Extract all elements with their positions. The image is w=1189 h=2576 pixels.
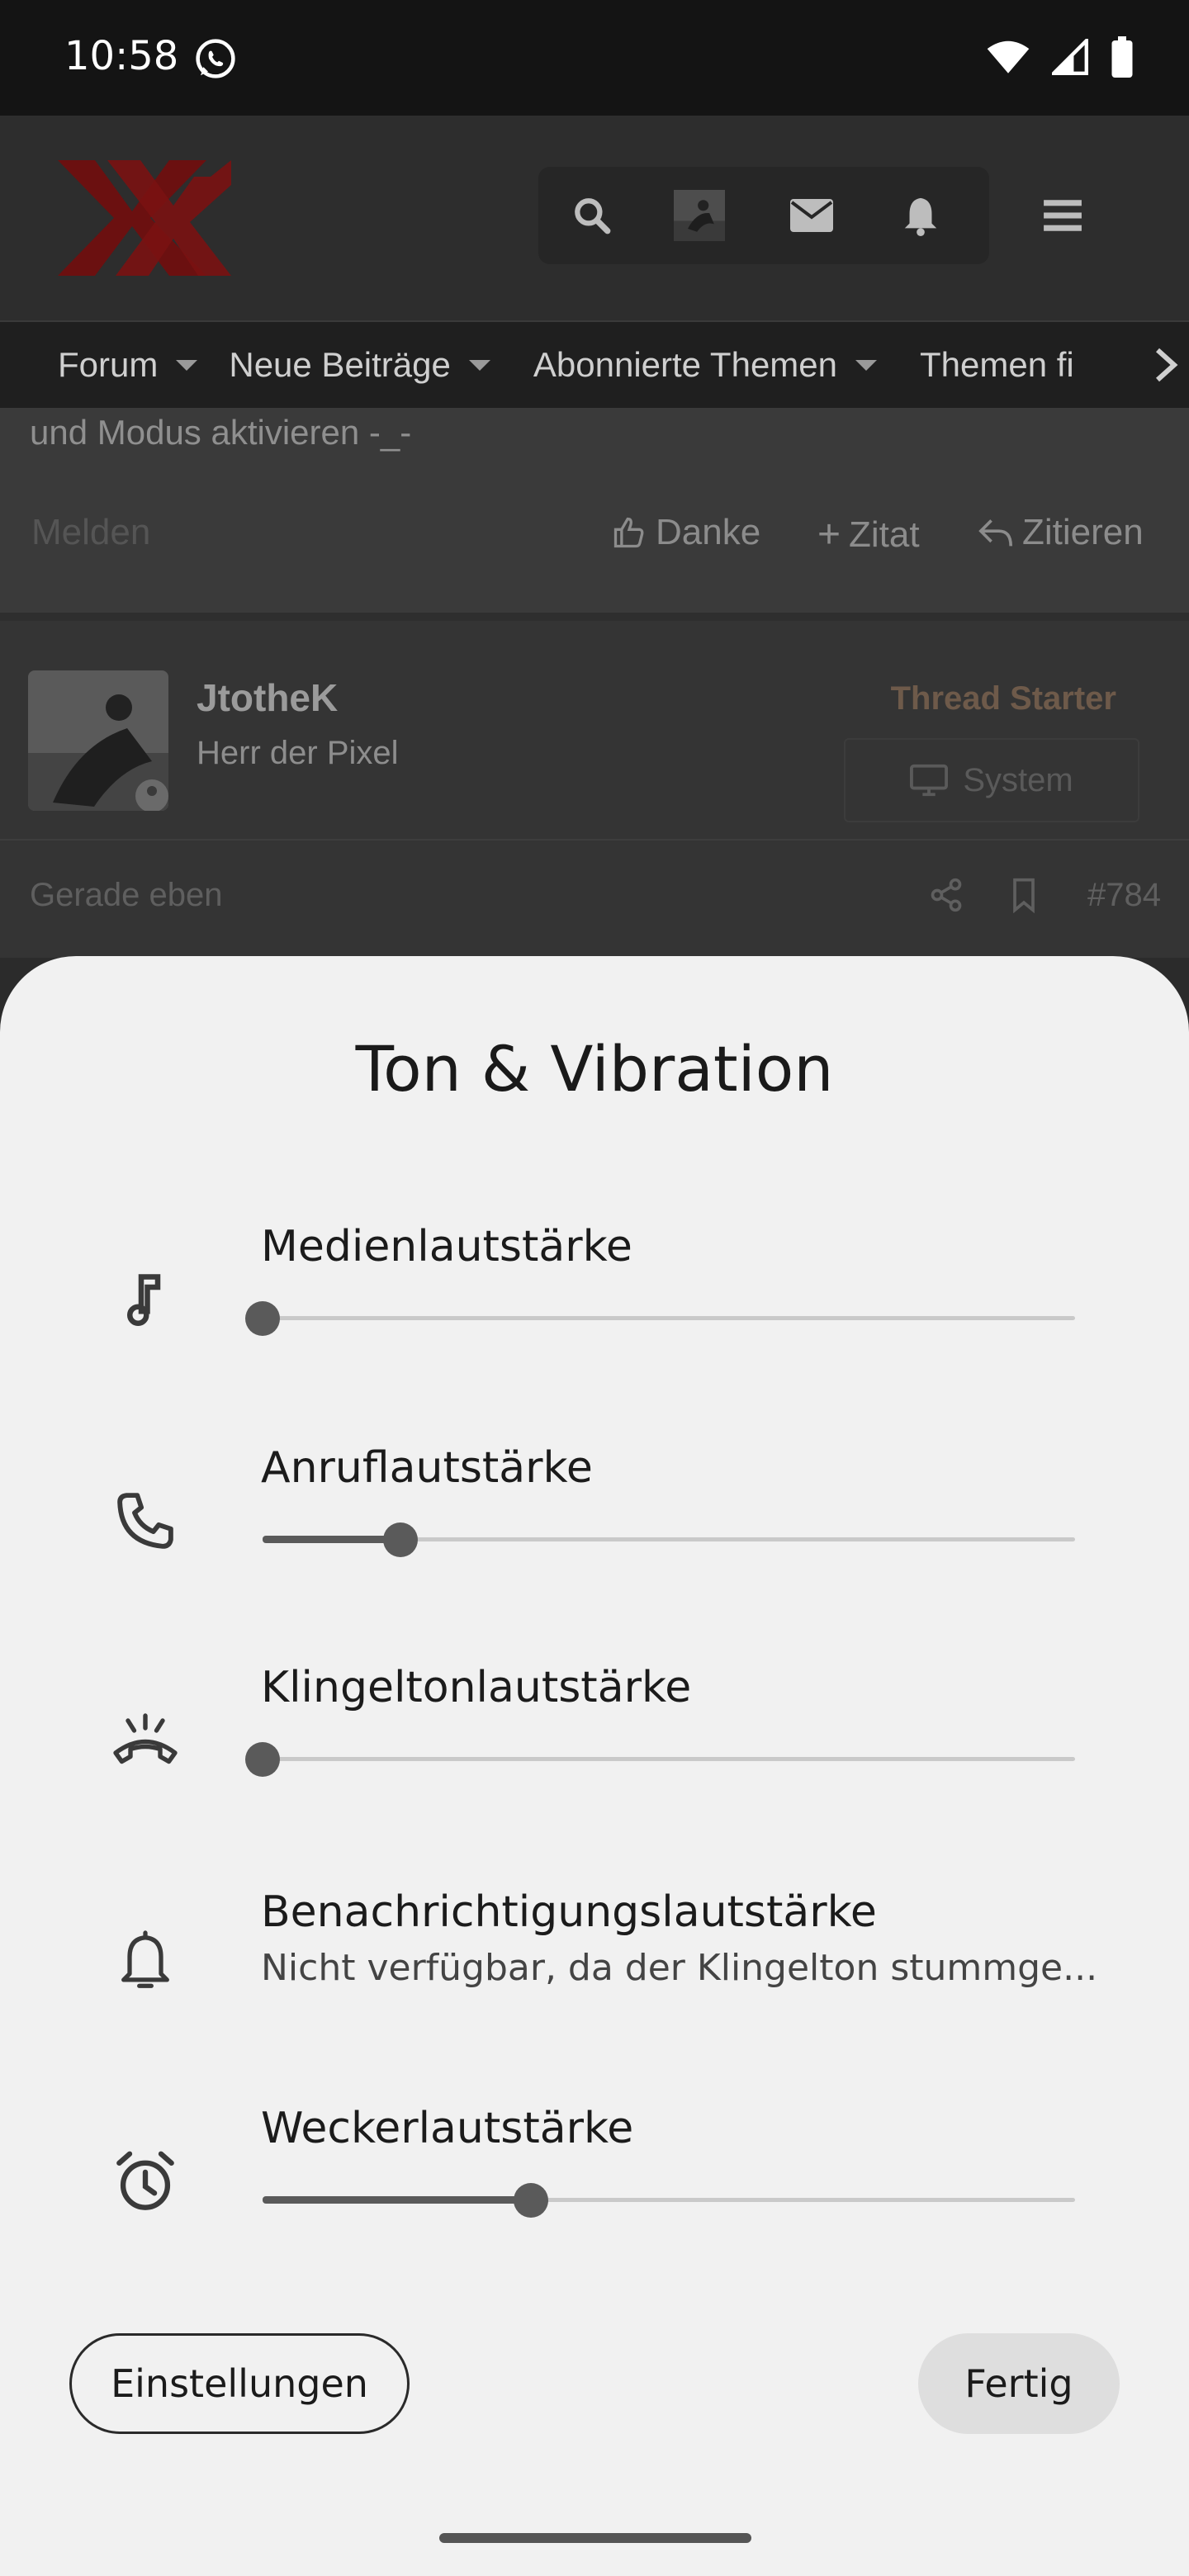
status-time: 10:58 (64, 33, 179, 79)
status-icons (986, 36, 1135, 78)
post-number[interactable]: #784 (1087, 877, 1161, 914)
menu-icon[interactable] (1042, 195, 1083, 236)
avatar (28, 670, 168, 811)
messages-button[interactable] (786, 190, 837, 241)
bookmark-icon[interactable] (1006, 877, 1042, 913)
slider-track (263, 1757, 1075, 1761)
ringer-off-icon (104, 1699, 187, 1782)
row-label: Klingeltonlautstärke (261, 1663, 692, 1712)
quote-label: Zitat (849, 514, 920, 555)
row-subtitle: Nicht verfügbar, da der Klingelton stumm… (261, 1947, 1098, 1989)
nav-item-new-posts[interactable]: Neue Beiträge (229, 345, 490, 385)
author-avatar[interactable] (28, 670, 168, 811)
chevron-down-icon (855, 359, 878, 371)
author-block: JtotheK Herr der Pixel Thread Starter Sy… (0, 621, 1189, 958)
slider-thumb[interactable] (245, 1742, 280, 1777)
nav-label: Neue Beiträge (229, 345, 451, 384)
notification-volume-row: Benachrichtigungslautstärke Nicht verfüg… (0, 1887, 1189, 2053)
status-bar: 10:58 (0, 0, 1189, 116)
alarm-volume-slider[interactable] (263, 2183, 1075, 2218)
call-volume-row: Anruflautstärke (0, 1443, 1189, 1608)
slider-fill (263, 2196, 531, 2204)
slider-thumb[interactable] (245, 1301, 280, 1336)
quote-button[interactable]: + Zitat (817, 512, 920, 557)
thanks-button[interactable]: Danke (611, 512, 760, 553)
user-avatar-button[interactable] (674, 190, 725, 241)
share-icon[interactable] (928, 877, 964, 913)
plus-icon: + (817, 513, 841, 556)
volume-sheet: Ton & Vibration Medienlautstärke Anrufla… (0, 956, 1189, 2576)
monitor-icon (910, 764, 949, 797)
phone-icon (104, 1480, 187, 1562)
nav-label: Abonnierte Themen (533, 345, 838, 384)
chevron-right-icon[interactable] (1149, 347, 1182, 383)
whatsapp-icon (196, 39, 235, 78)
battery-icon (1111, 36, 1133, 78)
slider-fill (263, 1536, 400, 1543)
thanks-label: Danke (656, 512, 761, 552)
chevron-down-icon (468, 359, 490, 371)
done-button[interactable]: Fertig (918, 2333, 1120, 2434)
nav-item-forum[interactable]: Forum (58, 345, 198, 385)
music-note-icon (104, 1258, 187, 1341)
cite-label: Zitieren (1022, 512, 1144, 552)
nav-item-topics[interactable]: Themen fi (920, 345, 1074, 385)
ringtone-volume-slider[interactable] (245, 1742, 1075, 1777)
slider-thumb[interactable] (383, 1522, 418, 1557)
alarm-volume-row: Weckerlautstärke (0, 2104, 1189, 2269)
author-title: Herr der Pixel (197, 735, 399, 771)
envelope-icon (790, 199, 833, 232)
header-toolbar (538, 167, 989, 264)
wifi-icon (987, 40, 1030, 73)
settings-button[interactable]: Einstellungen (69, 2333, 410, 2434)
alarm-clock-icon (104, 2140, 187, 2223)
nav-item-subscribed[interactable]: Abonnierte Themen (533, 345, 878, 385)
system-label: System (963, 761, 1073, 798)
report-link[interactable]: Melden (31, 512, 150, 553)
search-icon (575, 198, 611, 234)
site-header (0, 116, 1189, 320)
nav-label: Themen fi (920, 345, 1074, 384)
thread-starter-badge: Thread Starter (890, 680, 1116, 717)
cite-button[interactable]: Zitieren (978, 512, 1144, 553)
thumbs-up-icon (613, 517, 644, 548)
post-actions: Melden Danke + Zitat Zitieren (0, 512, 1189, 561)
ringtone-volume-row: Klingeltonlautstärke (0, 1663, 1189, 1828)
media-volume-slider[interactable] (245, 1301, 1075, 1336)
alerts-button[interactable] (895, 190, 946, 241)
divider (0, 839, 1189, 841)
post-text: und Modus aktivieren -_- (30, 413, 412, 452)
forum-nav-bar: Forum Neue Beiträge Abonnierte Themen Th… (0, 322, 1189, 408)
row-label: Medienlautstärke (261, 1222, 632, 1271)
media-volume-row: Medienlautstärke (0, 1222, 1189, 1387)
nav-label: Forum (58, 345, 159, 384)
row-label: Weckerlautstärke (261, 2104, 634, 2153)
sheet-title: Ton & Vibration (355, 1032, 834, 1106)
row-label: Anruflautstärke (261, 1443, 593, 1493)
search-button[interactable] (566, 190, 618, 241)
bell-icon (904, 197, 937, 236)
forum-page: Forum Neue Beiträge Abonnierte Themen Th… (0, 116, 1189, 958)
cell-signal-icon (1052, 39, 1088, 75)
system-button[interactable]: System (844, 738, 1139, 822)
slider-thumb[interactable] (514, 2183, 548, 2218)
call-volume-slider[interactable] (263, 1522, 1075, 1557)
row-label: Benachrichtigungslautstärke (261, 1887, 877, 1937)
author-name[interactable]: JtotheK (197, 675, 338, 720)
chevron-down-icon (176, 359, 198, 371)
post-meta: Gerade eben #784 (0, 877, 1189, 926)
site-logo[interactable] (58, 160, 231, 276)
divider (0, 613, 1189, 621)
slider-track (263, 1316, 1075, 1320)
reply-icon (978, 519, 1012, 547)
bell-icon (104, 1920, 187, 2003)
post-time: Gerade eben (30, 877, 223, 913)
avatar (674, 190, 725, 241)
home-indicator[interactable] (439, 2533, 751, 2543)
